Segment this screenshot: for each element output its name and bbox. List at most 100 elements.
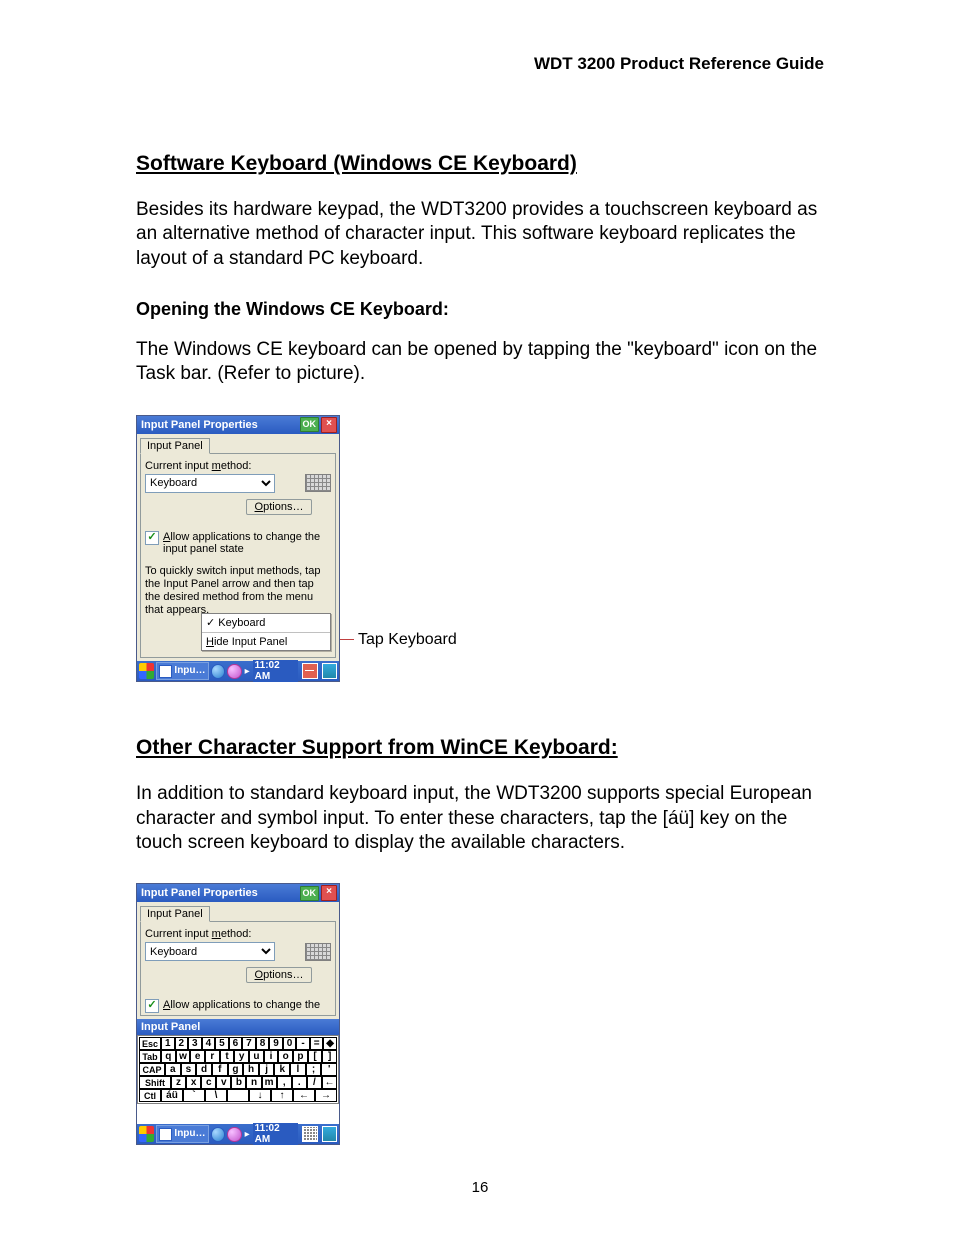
ok-button[interactable]: OK (300, 886, 320, 901)
osk-key[interactable]: 9 (269, 1037, 283, 1050)
tray-network-icon[interactable] (322, 1126, 337, 1142)
callout-tap-keyboard: Tap Keyboard (340, 631, 457, 649)
osk-key[interactable]: r (205, 1050, 220, 1063)
osk-key[interactable]: h (243, 1063, 259, 1076)
osk-key[interactable]: Shift (139, 1076, 171, 1089)
checkbox-allow-apps[interactable]: ✓ Allow applications to change the (145, 999, 331, 1013)
osk-key[interactable]: u (249, 1050, 264, 1063)
globe-icon-2[interactable] (227, 664, 242, 679)
osk-key[interactable]: f (212, 1063, 228, 1076)
osk-key[interactable]: 0 (283, 1037, 297, 1050)
osk-key[interactable]: ← (293, 1089, 315, 1102)
tab-input-panel[interactable]: Input Panel (140, 438, 210, 454)
popup-item-keyboard[interactable]: Keyboard (202, 614, 330, 631)
taskbar-app-button[interactable]: Inpu… (156, 1125, 208, 1143)
osk-key[interactable]: s (181, 1063, 197, 1076)
osk-key[interactable]: Tab (139, 1050, 161, 1063)
osk-key[interactable]: [ (308, 1050, 323, 1063)
osk-key[interactable]: - (296, 1037, 310, 1050)
tray-arrow-icon[interactable]: ▸ (245, 1129, 250, 1140)
taskbar: Inpu… ▸ 11:02 AM (137, 1124, 339, 1144)
osk-key[interactable]: d (196, 1063, 212, 1076)
osk-key[interactable]: t (220, 1050, 235, 1063)
osk-key[interactable]: 4 (202, 1037, 216, 1050)
osk-key[interactable]: 3 (188, 1037, 202, 1050)
osk-key[interactable]: , (277, 1076, 292, 1089)
close-icon[interactable]: × (321, 417, 337, 433)
on-screen-keyboard: Esc1234567890-=◆ Tabqwertyuiop[] CAPasdf… (137, 1035, 339, 1104)
osk-key[interactable]: b (231, 1076, 246, 1089)
tabstrip: Input Panel (137, 434, 339, 453)
ok-button[interactable]: OK (300, 417, 320, 432)
globe-icon[interactable] (211, 1127, 226, 1142)
osk-key[interactable]: ] (322, 1050, 337, 1063)
keyboard-preview-icon (305, 943, 331, 961)
page-number: 16 (136, 1179, 824, 1196)
doc-icon (159, 1128, 172, 1141)
combo-input-method[interactable]: Keyboard (145, 474, 275, 493)
osk-key[interactable]: g (228, 1063, 244, 1076)
label-current-method: Current input method: (145, 928, 331, 940)
osk-key[interactable]: i (264, 1050, 279, 1063)
osk-key[interactable]: k (274, 1063, 290, 1076)
osk-key[interactable]: ' (321, 1063, 337, 1076)
osk-key[interactable]: / (307, 1076, 322, 1089)
osk-key[interactable]: n (246, 1076, 261, 1089)
globe-icon-2[interactable] (227, 1127, 242, 1142)
osk-key[interactable]: ◆ (323, 1037, 337, 1050)
figure-input-panel-properties-1: Input Panel Properties OK × Input Panel … (136, 415, 340, 683)
osk-key[interactable]: a (165, 1063, 181, 1076)
osk-key[interactable]: CAP (139, 1063, 165, 1076)
osk-key[interactable]: p (293, 1050, 308, 1063)
osk-key[interactable]: y (234, 1050, 249, 1063)
osk-key[interactable]: m (262, 1076, 277, 1089)
close-icon[interactable]: × (321, 885, 337, 901)
osk-key[interactable]: Esc (139, 1037, 161, 1050)
osk-key[interactable]: 5 (215, 1037, 229, 1050)
osk-key[interactable]: ` (183, 1089, 205, 1102)
osk-key[interactable]: o (278, 1050, 293, 1063)
osk-key[interactable]: j (259, 1063, 275, 1076)
combo-input-method[interactable]: Keyboard (145, 942, 275, 961)
osk-key[interactable]: w (176, 1050, 191, 1063)
osk-key[interactable]: 2 (175, 1037, 189, 1050)
tray-network-icon[interactable] (322, 663, 337, 679)
osk-key[interactable]: \ (205, 1089, 227, 1102)
start-icon[interactable] (139, 663, 154, 679)
popup-item-hide[interactable]: Hide Input Panel (202, 634, 330, 650)
tray-keyboard-icon[interactable] (302, 1126, 317, 1142)
tray-arrow-icon[interactable]: ▸ (245, 666, 250, 677)
tab-input-panel[interactable]: Input Panel (140, 906, 210, 922)
checkbox-allow-apps[interactable]: ✓ Allow applications to change the input… (145, 531, 331, 555)
tray-flag-icon[interactable] (302, 663, 317, 679)
osk-key[interactable]: e (190, 1050, 205, 1063)
osk-key[interactable] (227, 1089, 249, 1102)
osk-key[interactable]: z (171, 1076, 186, 1089)
osk-key[interactable]: ← (322, 1076, 337, 1089)
osk-key[interactable]: c (201, 1076, 216, 1089)
options-button[interactable]: Options… (246, 499, 313, 515)
taskbar-app-button[interactable]: Inpu… (156, 662, 208, 680)
osk-key[interactable]: → (315, 1089, 337, 1102)
osk-key[interactable]: ↑ (271, 1089, 293, 1102)
osk-row-2: Tabqwertyuiop[] (139, 1050, 337, 1063)
osk-key[interactable]: x (186, 1076, 201, 1089)
osk-key[interactable]: 6 (229, 1037, 243, 1050)
osk-row-4: Shiftzxcvbnm,./← (139, 1076, 337, 1089)
osk-key[interactable]: ; (306, 1063, 322, 1076)
osk-key[interactable]: Ctl (139, 1089, 161, 1102)
start-icon[interactable] (139, 1126, 154, 1142)
osk-key[interactable]: ↓ (249, 1089, 271, 1102)
osk-key[interactable]: l (290, 1063, 306, 1076)
osk-key[interactable]: 8 (256, 1037, 270, 1050)
osk-key[interactable]: 1 (161, 1037, 175, 1050)
options-button[interactable]: Options… (246, 967, 313, 983)
osk-key[interactable]: áü (161, 1089, 183, 1102)
osk-key[interactable]: v (216, 1076, 231, 1089)
osk-key[interactable]: = (310, 1037, 324, 1050)
hint-text: To quickly switch input methods, tap the… (145, 565, 331, 618)
osk-key[interactable]: q (161, 1050, 176, 1063)
globe-icon[interactable] (211, 664, 226, 679)
osk-key[interactable]: . (292, 1076, 307, 1089)
osk-key[interactable]: 7 (242, 1037, 256, 1050)
